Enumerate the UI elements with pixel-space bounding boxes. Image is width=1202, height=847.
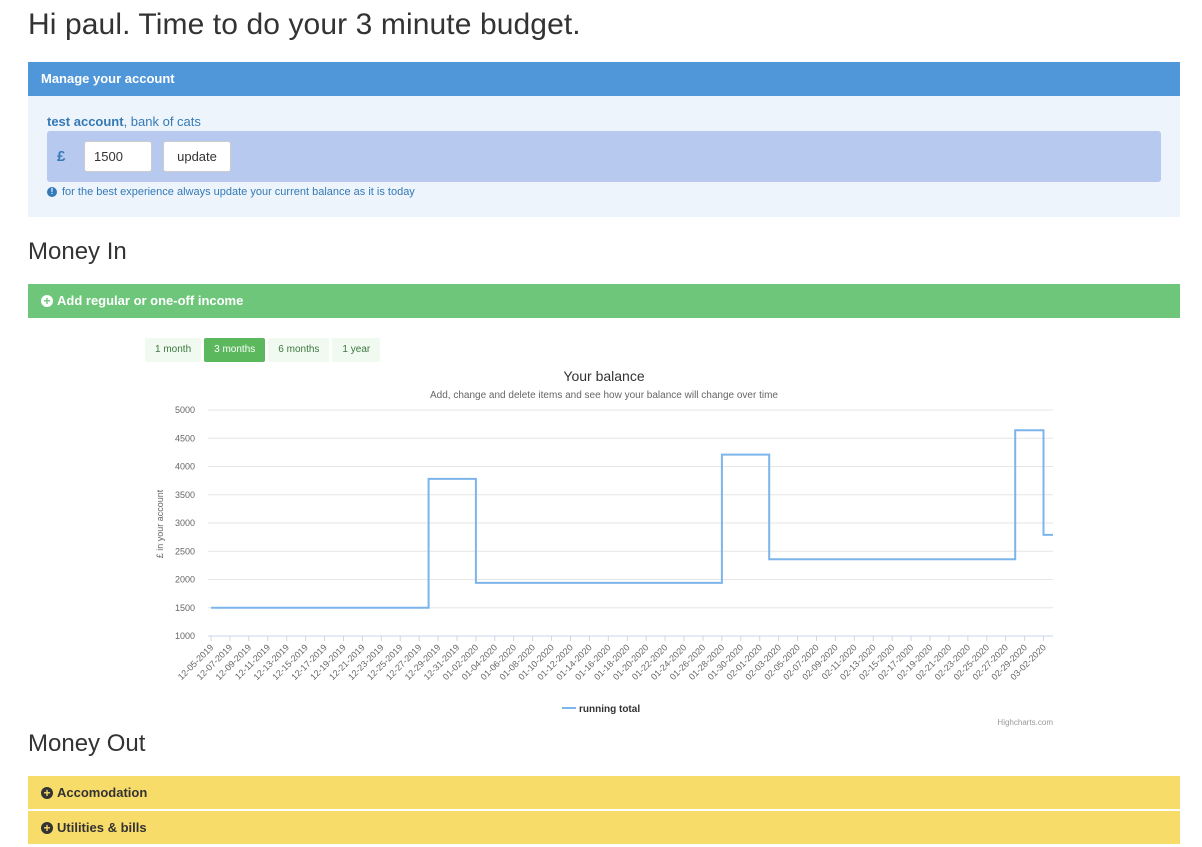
y-axis-title: £ in your account <box>155 489 165 558</box>
update-button[interactable]: update <box>163 141 231 172</box>
y-tick-label: 1500 <box>175 603 195 613</box>
series-layer <box>211 429 1053 609</box>
expense-category-label: Accomodation <box>57 785 148 800</box>
expense-category-accomodation[interactable]: + Accomodation <box>28 776 1180 809</box>
range-button-6-months[interactable]: 6 months <box>268 338 330 362</box>
y-tick-label: 4500 <box>175 433 195 443</box>
expense-category-label: Utilities & bills <box>57 820 147 835</box>
money-out-heading: Money Out <box>28 730 146 757</box>
plus-circle-icon: + <box>41 786 53 799</box>
chart-title: Your balance <box>563 368 644 384</box>
y-tick-label: 3000 <box>175 518 195 528</box>
legend-item-running-total[interactable]: running total <box>562 704 640 715</box>
account-panel: Manage your account test account, bank o… <box>28 62 1180 217</box>
page-title: Hi paul. Time to do your 3 minute budget… <box>28 8 581 41</box>
y-tick-label: 5000 <box>175 405 195 415</box>
range-button-3-months[interactable]: 3 months <box>204 338 266 362</box>
legend-label: running total <box>579 704 640 715</box>
y-tick-label: 2500 <box>175 546 195 556</box>
y-tick-label: 1000 <box>175 631 195 641</box>
balance-tip-text: for the best experience always update yo… <box>62 186 415 198</box>
plus-circle-icon: + <box>41 821 53 834</box>
money-in-heading: Money In <box>28 238 127 265</box>
y-tick-label: 3500 <box>175 490 195 500</box>
y-axis-ticks: 1000 1500 2000 2500 3000 3500 4000 4500 5000 <box>175 405 195 641</box>
add-income-label: Add regular or one-off income <box>57 293 244 308</box>
currency-symbol: £ <box>57 148 66 165</box>
balance-form: £ update <box>47 131 1161 182</box>
balance-tip: ! for the best experience always update … <box>47 186 415 198</box>
account-name[interactable]: test account <box>47 114 124 129</box>
account-panel-header: Manage your account <box>28 62 1180 96</box>
expense-category-utilities[interactable]: + Utilities & bills <box>28 811 1180 844</box>
balance-chart: Your balance Add, change and delete item… <box>155 368 1053 727</box>
range-selector: 1 month 3 months 6 months 1 year <box>145 338 381 362</box>
account-name-line: test account, bank of cats <box>47 114 201 129</box>
series-line-running-total[interactable] <box>211 429 1053 609</box>
grid-lines <box>208 409 1053 637</box>
bank-name: , bank of cats <box>123 114 201 129</box>
add-income-bar[interactable]: + Add regular or one-off income <box>28 284 1180 318</box>
plus-circle-icon: + <box>41 295 53 307</box>
balance-input[interactable] <box>84 141 152 172</box>
x-axis-ticks: 12-05-201912-07-201912-09-201912-11-2019… <box>176 636 1048 682</box>
y-tick-label: 4000 <box>175 462 195 472</box>
range-button-1-year[interactable]: 1 year <box>332 338 381 362</box>
chart-credit[interactable]: Highcharts.com <box>997 718 1053 727</box>
chart-subtitle: Add, change and delete items and see how… <box>430 390 778 401</box>
range-button-1-month[interactable]: 1 month <box>145 338 202 362</box>
info-circle-icon: ! <box>47 187 57 197</box>
y-tick-label: 2000 <box>175 575 195 585</box>
